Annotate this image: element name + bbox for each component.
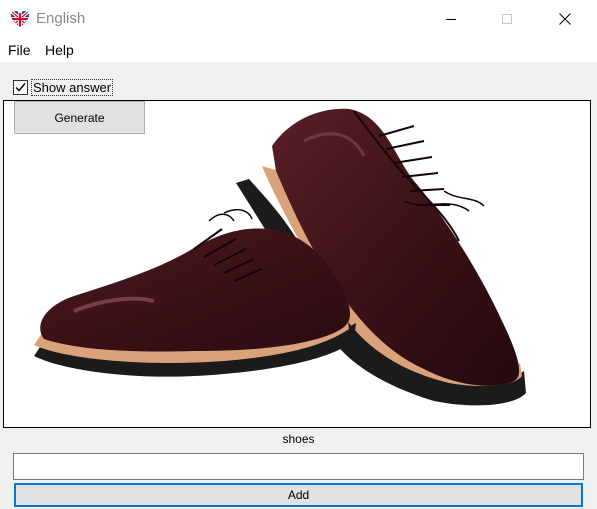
card-image bbox=[3, 100, 591, 428]
checkbox-box[interactable] bbox=[13, 80, 28, 95]
maximize-icon bbox=[502, 14, 512, 24]
window-title: English bbox=[36, 10, 86, 27]
answer-input[interactable] bbox=[13, 453, 584, 480]
menu-help[interactable]: Help bbox=[45, 42, 74, 58]
minimize-button[interactable] bbox=[428, 0, 474, 38]
menu-bar: File Help bbox=[0, 38, 597, 62]
menu-file[interactable]: File bbox=[8, 42, 31, 58]
minimize-icon bbox=[446, 19, 456, 20]
uk-flag-heart-icon bbox=[10, 10, 30, 28]
answer-label: shoes bbox=[282, 432, 315, 446]
show-answer-checkbox[interactable]: Show answer bbox=[13, 79, 114, 96]
maximize-button[interactable] bbox=[484, 0, 530, 38]
generate-button[interactable]: Generate bbox=[14, 101, 145, 134]
title-bar: English bbox=[0, 0, 597, 38]
show-answer-label[interactable]: Show answer bbox=[31, 79, 114, 96]
add-button[interactable]: Add bbox=[14, 483, 583, 507]
close-button[interactable] bbox=[542, 0, 588, 38]
shoe-pair-illustration bbox=[34, 108, 526, 406]
checkmark-icon bbox=[15, 83, 26, 92]
close-icon bbox=[559, 13, 571, 25]
